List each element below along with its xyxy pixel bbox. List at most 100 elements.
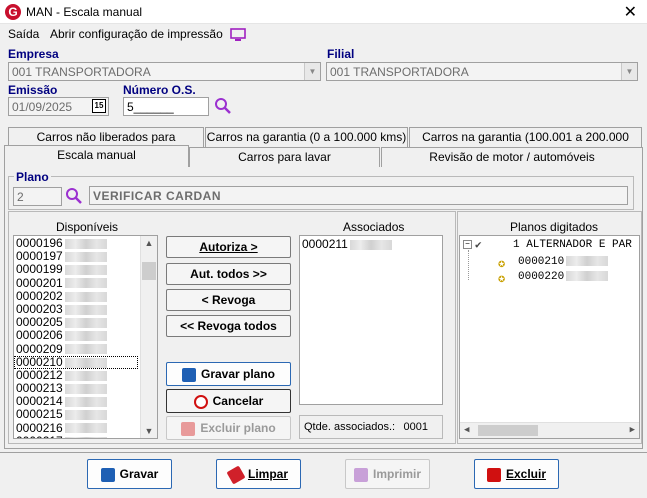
tree-child[interactable]: 0000210 — [518, 256, 609, 268]
list-item-code: 0000213 — [16, 381, 63, 396]
tab-carros-para-lavar[interactable]: Carros para lavar — [189, 147, 380, 167]
autoriza-button[interactable]: Autoriza > — [166, 236, 291, 258]
emissao-label: Emissão — [8, 83, 58, 97]
list-item-code: 0000210 — [16, 354, 63, 369]
filial-combo[interactable]: 001 TRANSPORTADORA ▼ — [326, 62, 638, 81]
floppy-disk-icon — [181, 367, 196, 382]
list-item-code: 0000201 — [16, 275, 63, 290]
chevron-down-icon[interactable]: ▼ — [141, 426, 157, 436]
menu-item-print-config[interactable]: Abrir configuração de impressão — [50, 27, 223, 41]
imprimir-button[interactable]: Imprimir — [345, 459, 430, 489]
empresa-value: 001 TRANSPORTADORA — [12, 65, 151, 79]
list-item-code: 0000217 — [16, 434, 63, 438]
scrollbar[interactable]: ▲ ▼ — [140, 236, 157, 438]
list-item-code: 0000215 — [16, 407, 63, 422]
planos-digitados-header: Planos digitados — [510, 220, 599, 234]
list-item-code: 0000206 — [16, 328, 63, 343]
trash-icon — [486, 467, 501, 482]
gravar-button[interactable]: Gravar — [87, 459, 172, 489]
close-icon[interactable]: ✕ — [624, 2, 637, 22]
limpar-label: Limpar — [247, 467, 288, 481]
list-item-code: 0000209 — [16, 341, 63, 356]
list-item-code: 0000199 — [16, 262, 63, 277]
empresa-label: Empresa — [8, 47, 59, 61]
emissao-value: 01/09/2025 — [12, 100, 73, 114]
redacted-text — [64, 436, 107, 438]
chevron-up-icon[interactable]: ▲ — [141, 238, 157, 248]
disponiveis-list[interactable]: 0000196 0000197 0000199 0000201 0000202 00002… — [13, 235, 158, 439]
scroll-thumb[interactable] — [142, 262, 156, 280]
menu-bar: Saída Abrir configuração de impressão — [0, 25, 647, 45]
excluir-button[interactable]: Excluir — [474, 459, 559, 489]
monitor-icon[interactable] — [230, 28, 246, 45]
tab-escala-manual[interactable]: Escala manual — [4, 145, 189, 167]
redacted-text — [64, 344, 107, 355]
people-icon: ✪ — [498, 272, 506, 286]
tab-garantia-0-100[interactable]: Carros na garantia (0 a 100.000 kms) — [205, 127, 408, 147]
list-item[interactable]: 0000217 — [14, 434, 157, 438]
plano-description-field: VERIFICAR CARDAN — [89, 186, 628, 205]
cancelar-label: Cancelar — [212, 394, 264, 408]
list-item[interactable]: 0000211 — [300, 236, 442, 251]
cancelar-button[interactable]: Cancelar — [166, 389, 291, 413]
eraser-icon — [226, 465, 246, 485]
list-item-code: 0000197 — [16, 249, 63, 264]
associados-count-label: Qtde. associados.: — [304, 421, 396, 433]
list-item-code: 0000196 — [16, 236, 63, 250]
search-icon[interactable] — [214, 97, 232, 118]
associados-count-value: 0001 — [403, 421, 428, 433]
emissao-date-field[interactable]: 01/09/2025 15 — [8, 97, 109, 116]
scroll-thumb[interactable] — [478, 425, 538, 436]
empresa-combo[interactable]: 001 TRANSPORTADORA ▼ — [8, 62, 321, 81]
gravar-plano-button[interactable]: Gravar plano — [166, 362, 291, 386]
tree-line — [468, 250, 498, 280]
chevron-down-icon[interactable]: ▼ — [304, 63, 320, 80]
revoga-button[interactable]: < Revoga — [166, 289, 291, 311]
redacted-text — [64, 304, 107, 315]
redacted-text — [64, 238, 107, 249]
revoga-todos-button[interactable]: << Revoga todos — [166, 315, 291, 337]
limpar-button[interactable]: Limpar — [216, 459, 301, 489]
filial-value: 001 TRANSPORTADORA — [330, 65, 469, 79]
gravar-plano-label: Gravar plano — [200, 367, 276, 381]
tab-revisao-motor[interactable]: Revisão de motor / automóveis — [381, 147, 643, 167]
search-icon[interactable] — [65, 187, 83, 208]
plano-code-field[interactable]: 2 — [13, 187, 62, 206]
list-item-code: 0000205 — [16, 315, 63, 330]
aut-todos-button[interactable]: Aut. todos >> — [166, 263, 291, 285]
plano-label: Plano — [14, 170, 51, 184]
redacted-text — [64, 291, 107, 302]
tree-root-label[interactable]: 1 ALTERNADOR E PAR — [513, 239, 632, 251]
collapse-icon[interactable]: − — [463, 240, 472, 249]
redacted-text — [64, 357, 107, 368]
redacted-text — [64, 252, 107, 263]
tab-carros-nao-liberados[interactable]: Carros não liberados para preventiva — [8, 127, 204, 162]
chevron-left-icon[interactable]: ◀ — [464, 425, 469, 435]
tree-child[interactable]: 0000220 — [518, 271, 609, 283]
menu-item-saida[interactable]: Saída — [8, 27, 39, 41]
no-entry-icon — [193, 394, 208, 409]
redacted-text — [64, 370, 107, 381]
redacted-text — [64, 265, 107, 276]
window-title: MAN - Escala manual — [26, 5, 143, 19]
scrollbar[interactable]: ◀ ▶ — [460, 422, 639, 438]
planos-tree[interactable]: − ✔ 1 ALTERNADOR E PAR ✪ 0000210 ✪ 00002… — [459, 235, 640, 439]
title-bar: G MAN - Escala manual ✕ — [0, 0, 647, 24]
redacted-text — [64, 397, 107, 408]
associados-list[interactable]: 0000211 — [299, 235, 443, 405]
filial-label: Filial — [327, 47, 355, 61]
footer-divider — [0, 452, 647, 453]
redacted-text — [349, 239, 392, 250]
calendar-icon[interactable]: 15 — [92, 99, 106, 113]
list-item-code: 0000212 — [16, 367, 63, 382]
imprimir-label: Imprimir — [372, 467, 421, 481]
gravar-label: Gravar — [119, 467, 159, 481]
chevron-down-icon[interactable]: ▼ — [621, 63, 637, 80]
printer-icon — [353, 467, 368, 482]
chevron-right-icon[interactable]: ▶ — [630, 425, 635, 435]
redacted-text — [64, 317, 107, 328]
tab-garantia-100-200[interactable]: Carros na garantia (100.001 a 200.000 km… — [409, 127, 642, 162]
numero-os-input[interactable]: 5______ — [123, 97, 209, 116]
redacted-text — [64, 423, 107, 434]
excluir-plano-button[interactable]: Excluir plano — [166, 416, 291, 440]
